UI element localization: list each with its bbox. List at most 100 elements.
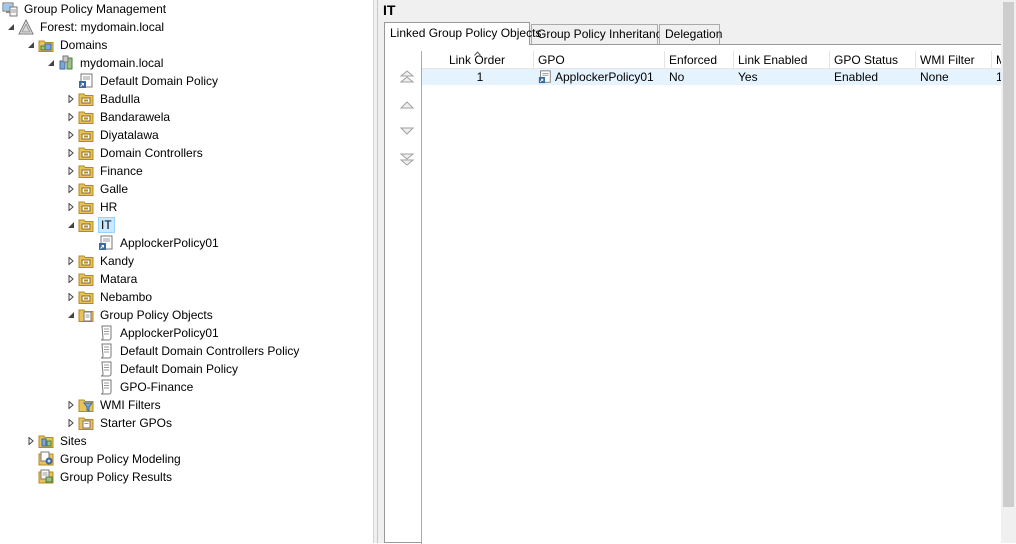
forest-icon: [18, 19, 34, 35]
domains-folder-icon: [38, 37, 54, 53]
tree-item-wmi-filters[interactable]: WMI Filters: [66, 396, 163, 414]
cell-link-order: 1: [476, 70, 484, 84]
tree-label: Group Policy Modeling: [60, 452, 181, 466]
tree-item-gpo-applocker[interactable]: ApplockerPolicy01: [86, 324, 221, 342]
ou-title: IT: [383, 2, 396, 18]
cell-wmi-filter: None: [920, 70, 949, 84]
ou-folder-icon: [78, 253, 94, 269]
list-header: Link Order GPO Enforced Link Enabled GPO…: [422, 51, 1016, 69]
details-pane: IT Linked Group Policy Objects Group Pol…: [378, 0, 1016, 544]
gpo-icon: [98, 343, 114, 359]
tree-item-ou-matara[interactable]: Matara: [66, 270, 139, 288]
collapsed-arrow-icon[interactable]: [66, 180, 76, 198]
expanded-arrow-icon[interactable]: [26, 36, 36, 54]
tree-item-gpo-default-domain-policy[interactable]: Default Domain Policy: [86, 360, 240, 378]
collapsed-arrow-icon[interactable]: [66, 108, 76, 126]
expanded-arrow-icon[interactable]: [46, 54, 56, 72]
starter-gpo-folder-icon: [78, 415, 94, 431]
tree-label: Default Domain Controllers Policy: [120, 344, 300, 358]
expanded-arrow-icon[interactable]: [66, 216, 76, 234]
tab-delegation[interactable]: Delegation: [659, 24, 722, 44]
collapsed-arrow-icon[interactable]: [66, 198, 76, 216]
collapsed-arrow-icon[interactable]: [26, 432, 36, 450]
tree-label: Bandarawela: [100, 110, 171, 124]
column-header-link-enabled[interactable]: Link Enabled: [734, 51, 830, 69]
tree-item-results[interactable]: Group Policy Results: [26, 468, 174, 486]
tree-item-starter-gpos[interactable]: Starter GPOs: [66, 414, 174, 432]
move-bottom-button[interactable]: [399, 151, 415, 167]
tree-item-domain[interactable]: mydomain.local: [46, 54, 165, 72]
tree-label: mydomain.local: [80, 56, 164, 70]
column-header-enforced[interactable]: Enforced: [665, 51, 734, 69]
domain-icon: [58, 55, 74, 71]
tree-item-forest[interactable]: Forest: mydomain.local: [6, 18, 166, 36]
tree-item-ou-nebambo[interactable]: Nebambo: [66, 288, 154, 306]
collapsed-arrow-icon[interactable]: [66, 126, 76, 144]
collapsed-arrow-icon[interactable]: [66, 414, 76, 432]
tree-label: Group Policy Management: [24, 2, 167, 16]
tree-label: Kandy: [100, 254, 135, 268]
tree-label: Default Domain Policy: [100, 74, 219, 88]
gpo-folder-icon: [78, 307, 94, 323]
tree-item-ou-kandy[interactable]: Kandy: [66, 252, 136, 270]
tree-item-ou-finance[interactable]: Finance: [66, 162, 145, 180]
tree-item-ou-domain-controllers[interactable]: Domain Controllers: [66, 144, 205, 162]
tree-item-ou-bandarawela[interactable]: Bandarawela: [66, 108, 172, 126]
move-down-button[interactable]: [399, 123, 415, 139]
collapsed-arrow-icon[interactable]: [66, 252, 76, 270]
collapsed-arrow-icon[interactable]: [66, 144, 76, 162]
collapsed-arrow-icon[interactable]: [66, 162, 76, 180]
tab-gp-inheritance[interactable]: Group Policy Inheritance: [531, 24, 668, 44]
tree-item-default-domain-policy-link[interactable]: Default Domain Policy: [66, 72, 220, 90]
tree-item-ou-diyatalawa[interactable]: Diyatalawa: [66, 126, 161, 144]
console-tree[interactable]: Group Policy Management Forest: mydomain…: [0, 0, 373, 543]
tree-item-gpo-default-dc-policy[interactable]: Default Domain Controllers Policy: [86, 342, 301, 360]
column-header-gpo[interactable]: GPO: [534, 51, 665, 69]
tree-item-applocker-link[interactable]: ApplockerPolicy01: [86, 234, 221, 252]
tree-item-ou-it[interactable]: IT: [66, 216, 115, 234]
tree-item-ou-badulla[interactable]: Badulla: [66, 90, 142, 108]
tree-item-root[interactable]: Group Policy Management: [2, 0, 168, 18]
gpo-link-icon: [538, 70, 551, 84]
move-up-button[interactable]: [399, 97, 415, 113]
ou-folder-icon: [78, 109, 94, 125]
ou-folder-icon: [78, 145, 94, 161]
vertical-scrollbar[interactable]: [1001, 0, 1016, 543]
collapsed-arrow-icon[interactable]: [66, 270, 76, 288]
ou-folder-icon: [78, 289, 94, 305]
ou-folder-icon: [78, 91, 94, 107]
tree-label: ApplockerPolicy01: [120, 236, 219, 250]
expanded-arrow-icon[interactable]: [6, 18, 16, 36]
tree-item-ou-hr[interactable]: HR: [66, 198, 119, 216]
collapsed-arrow-icon[interactable]: [66, 90, 76, 108]
tree-item-ou-galle[interactable]: Galle: [66, 180, 130, 198]
tab-linked-gpos[interactable]: Linked Group Policy Objects: [384, 22, 541, 45]
cell-gpo: ApplockerPolicy01: [534, 69, 665, 85]
tab-panel: Link Order GPO Enforced Link Enabled GPO…: [384, 44, 1016, 544]
tree-label: Domains: [60, 38, 108, 52]
sort-ascending-icon: [474, 51, 481, 56]
column-header-wmi-filter[interactable]: WMI Filter: [916, 51, 992, 69]
tree-item-gpo-container[interactable]: Group Policy Objects: [66, 306, 215, 324]
tree-item-gpo-finance[interactable]: GPO-Finance: [86, 378, 195, 396]
column-header-gpo-status[interactable]: GPO Status: [830, 51, 916, 69]
collapsed-arrow-icon[interactable]: [66, 288, 76, 306]
double-down-arrow-icon: [399, 153, 415, 166]
tree-label: Forest: mydomain.local: [40, 20, 165, 34]
cell-link-enabled: Yes: [738, 70, 758, 84]
linked-gpo-list[interactable]: Link Order GPO Enforced Link Enabled GPO…: [421, 51, 1016, 544]
collapsed-arrow-icon[interactable]: [66, 396, 76, 414]
expanded-arrow-icon[interactable]: [66, 306, 76, 324]
move-top-button[interactable]: [399, 69, 415, 85]
scrollbar-thumb[interactable]: [1003, 2, 1014, 507]
gpo-icon: [98, 379, 114, 395]
tree-label: Group Policy Results: [60, 470, 173, 484]
tree-item-sites[interactable]: Sites: [26, 432, 89, 450]
tree-item-modeling[interactable]: Group Policy Modeling: [26, 450, 183, 468]
table-row[interactable]: 1 ApplockerPolicy01 No Yes Enabled None …: [422, 69, 1016, 85]
tree-label: Default Domain Policy: [120, 362, 239, 376]
gpo-icon: [98, 361, 114, 377]
tree-label: Sites: [60, 434, 87, 448]
gpo-icon: [98, 325, 114, 341]
tree-item-domains[interactable]: Domains: [26, 36, 109, 54]
